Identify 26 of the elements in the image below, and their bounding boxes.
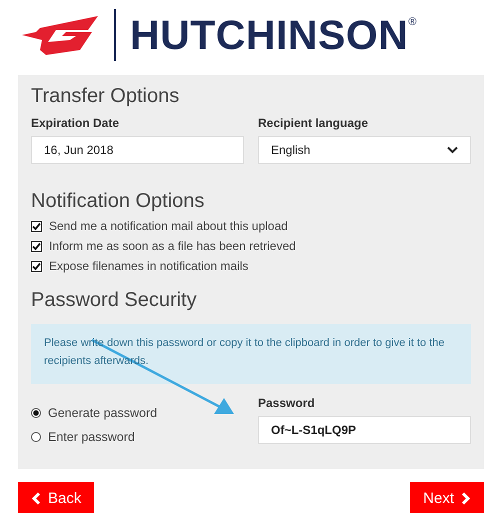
chevron-left-icon (31, 492, 41, 504)
checkbox-label: Inform me as soon as a file has been retrieved (49, 239, 296, 253)
section-title: Notification Options (31, 190, 206, 213)
field-label: Password (258, 396, 316, 410)
password-field[interactable]: Of~L-S1qLQ9P (258, 416, 471, 444)
language-dropdown[interactable]: English (258, 136, 471, 164)
back-button[interactable]: Back (18, 482, 94, 513)
radio-label: Generate password (48, 406, 158, 420)
checkbox[interactable] (31, 220, 42, 232)
company-wordmark: HUTCHINSON (130, 12, 408, 58)
checkbox[interactable] (31, 260, 42, 272)
checkbox[interactable] (31, 240, 42, 252)
radio-button[interactable] (31, 408, 41, 418)
section-title: Transfer Options (31, 85, 180, 108)
date-field[interactable]: 16, Jun 2018 (31, 136, 244, 164)
next-button[interactable]: Next (410, 482, 484, 513)
radio-button[interactable] (31, 432, 41, 442)
registered-mark: ® (408, 16, 416, 28)
checkbox-label: Send me a notification mail about this upload (49, 219, 288, 233)
checkbox-label: Expose filenames in notification mails (49, 259, 248, 273)
field-label: Recipient language (258, 116, 370, 130)
chevron-down-icon (447, 146, 458, 154)
field-label: Expiration Date (31, 116, 120, 130)
section-title: Password Security (31, 289, 198, 312)
chevron-right-icon (461, 492, 471, 504)
radio-label: Enter password (48, 430, 135, 444)
